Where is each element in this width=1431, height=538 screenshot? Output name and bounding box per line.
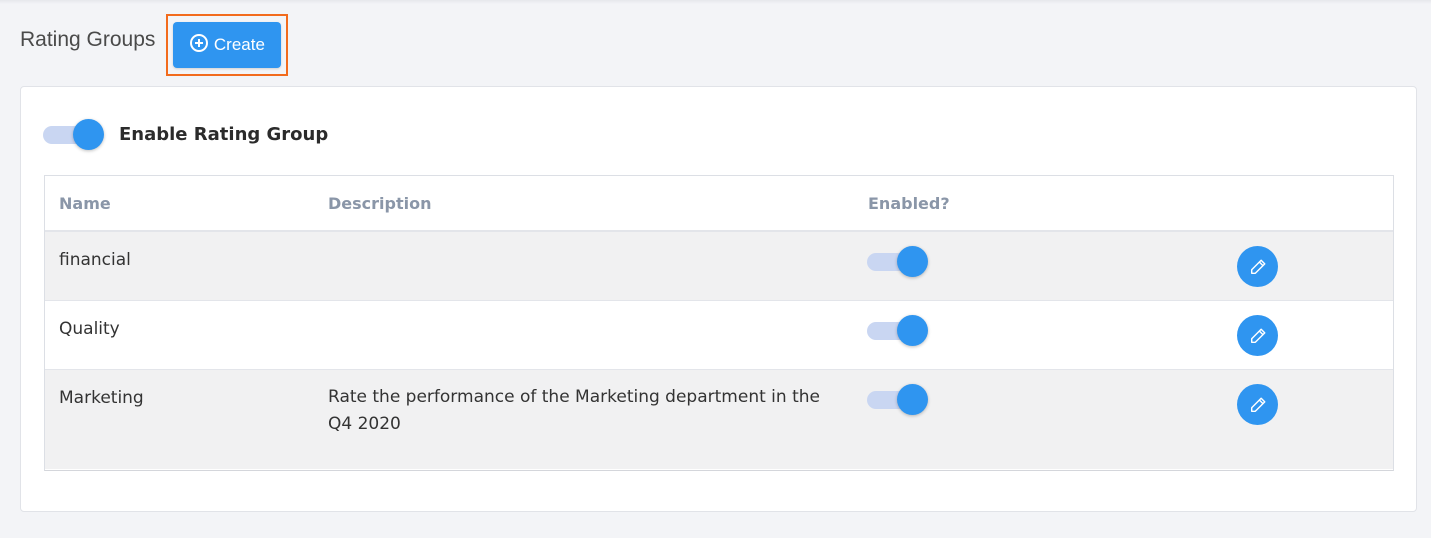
column-header-name: Name (59, 194, 111, 213)
column-header-description: Description (328, 194, 432, 213)
enable-rating-group-toggle[interactable] (43, 117, 105, 151)
toggle-knob (897, 246, 928, 277)
table-row: Marketing Rate the performance of the Ma… (45, 370, 1393, 469)
toggle-knob (897, 315, 928, 346)
pencil-icon (1250, 328, 1265, 343)
page-header: Rating Groups Create (20, 14, 289, 76)
edit-button[interactable] (1237, 315, 1278, 356)
toggle-knob (73, 119, 104, 150)
rating-groups-card: Enable Rating Group Name Description Ena… (20, 86, 1417, 512)
create-button[interactable]: Create (173, 22, 282, 68)
row-name: Quality (59, 319, 120, 339)
edit-button[interactable] (1237, 246, 1278, 287)
table-row: financial (45, 232, 1393, 301)
enable-rating-group-row: Enable Rating Group (43, 117, 328, 151)
toggle-knob (897, 384, 928, 415)
plus-circle-icon (189, 34, 208, 52)
row-description: Rate the performance of the Marketing de… (328, 387, 820, 434)
row-name: Marketing (59, 388, 144, 408)
page-title: Rating Groups (20, 28, 156, 51)
create-button-label: Create (213, 35, 265, 54)
pencil-icon (1250, 259, 1265, 274)
pencil-icon (1250, 397, 1265, 412)
row-enabled-toggle[interactable] (867, 244, 929, 278)
table-header: Name Description Enabled? (45, 176, 1393, 232)
topbar-shadow (0, 0, 1431, 4)
rating-groups-table: Name Description Enabled? financial Qual… (44, 175, 1394, 471)
row-enabled-toggle[interactable] (867, 313, 929, 347)
column-header-enabled: Enabled? (868, 194, 950, 213)
edit-button[interactable] (1237, 384, 1278, 425)
row-name: financial (59, 250, 131, 270)
row-enabled-toggle[interactable] (867, 382, 929, 416)
create-button-highlight: Create (166, 14, 289, 76)
enable-rating-group-label: Enable Rating Group (119, 123, 329, 145)
table-row: Quality (45, 301, 1393, 370)
